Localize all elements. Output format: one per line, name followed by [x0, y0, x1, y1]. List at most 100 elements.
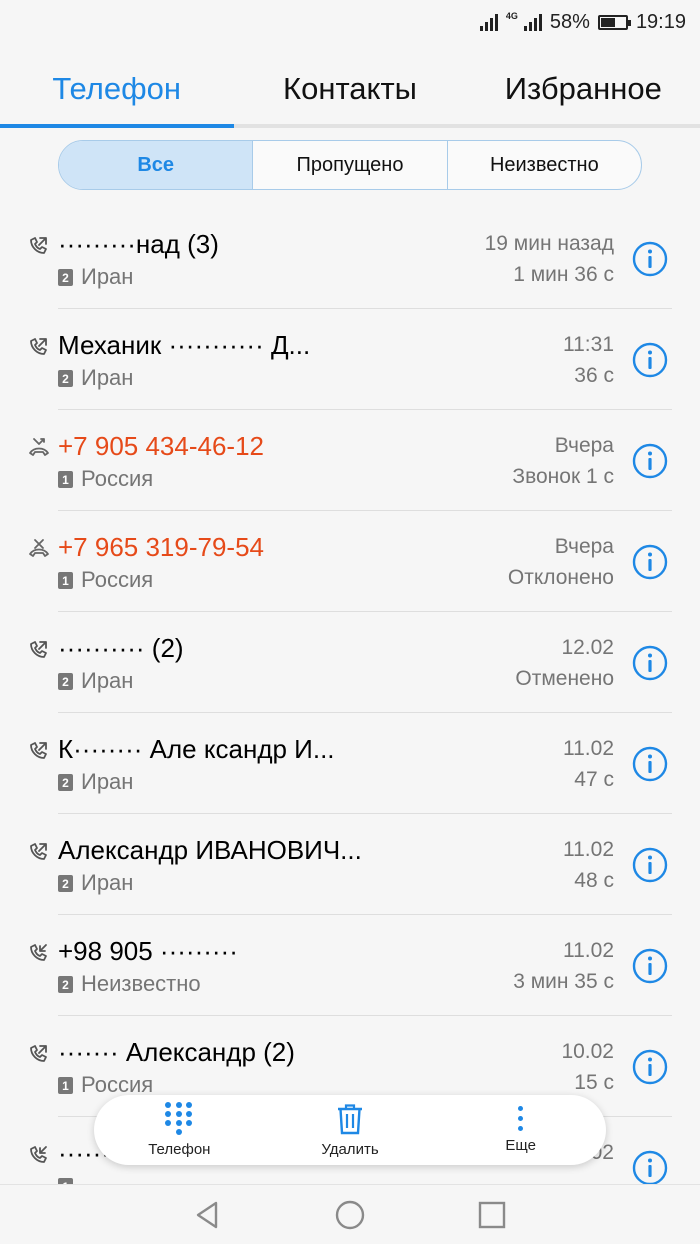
outgoing-call-icon: [30, 1045, 47, 1062]
network-type: 4G: [505, 11, 518, 21]
call-detail: 47 с: [574, 768, 614, 791]
tab-contacts[interactable]: Контакты: [233, 50, 466, 128]
signal-sim2-icon: [523, 13, 542, 31]
call-detail: Отклонено: [507, 566, 614, 589]
info-icon[interactable]: [632, 241, 668, 277]
info-icon[interactable]: [632, 443, 668, 479]
call-time: 11.02: [563, 737, 614, 760]
call-detail: 1 мин 36 с: [513, 263, 614, 286]
caller-name: Механик ··········· Д...: [58, 330, 311, 360]
incoming-call-icon: [30, 944, 47, 961]
system-nav-bar: [0, 1184, 700, 1244]
caller-location: Иран: [81, 365, 134, 390]
caller-location: Иран: [81, 769, 134, 794]
caller-location: Иран: [81, 264, 134, 289]
trash-icon: [338, 1103, 362, 1134]
clock: 19:19: [635, 10, 686, 33]
missed-call-icon: [29, 438, 49, 456]
caller-name: К········ Але ксандр И...: [58, 734, 335, 764]
caller-name: +98 905 ·········: [58, 936, 238, 966]
call-time: 10.02: [561, 1040, 614, 1063]
caller-location: Иран: [81, 870, 134, 895]
call-time: 19 мин назад: [484, 232, 614, 255]
incoming-call-icon: [30, 1146, 47, 1163]
outgoing-call-icon: [30, 641, 47, 658]
call-log-row[interactable]: +7 965 319-79-54 1 Россия Вчера Отклонено: [0, 511, 700, 612]
info-icon[interactable]: [632, 948, 668, 984]
outgoing-call-icon: [30, 338, 47, 355]
bottom-action-bar: Телефон Удалить Еще: [94, 1095, 606, 1165]
sim-card-icon: 2: [58, 370, 73, 387]
battery-icon: [597, 14, 631, 30]
call-detail: 3 мин 35 с: [513, 970, 614, 993]
sim-card-icon: 1: [58, 572, 73, 589]
call-time: 11.02: [563, 838, 614, 861]
call-log-row[interactable]: Александр ИВАНОВИЧ... 2 Иран 11.02 48 с: [0, 814, 700, 915]
call-log-row[interactable]: Механик ··········· Д... 2 Иран 11:31 36 с: [0, 309, 700, 410]
more-button[interactable]: Еще: [435, 1095, 606, 1165]
status-bar: 4G 58% 19:19: [0, 0, 700, 44]
call-filter: Все Пропущено Неизвестно: [58, 140, 642, 190]
info-icon[interactable]: [632, 342, 668, 378]
filter-unknown[interactable]: Неизвестно: [446, 141, 641, 189]
call-time: 11.02: [563, 939, 614, 962]
dialpad-icon: [165, 1102, 193, 1135]
call-detail: Отменено: [515, 667, 614, 690]
outgoing-call-icon: [30, 742, 47, 759]
home-icon[interactable]: [334, 1199, 366, 1231]
sim-card-icon: 2: [58, 976, 73, 993]
caller-name: Александр ИВАНОВИЧ...: [58, 835, 362, 865]
caller-name: +7 965 319-79-54: [58, 532, 265, 562]
caller-name: ······· Александр (2): [58, 1037, 295, 1067]
info-icon[interactable]: [632, 645, 668, 681]
call-detail: 15 с: [574, 1071, 614, 1094]
call-time: 11:31: [563, 333, 614, 356]
top-tabs: Телефон Контакты Избранное: [0, 50, 700, 128]
call-log-row[interactable]: +7 905 434-46-12 1 Россия Вчера Звонок 1 с: [0, 410, 700, 511]
caller-location: Неизвестно: [81, 971, 201, 996]
caller-name: ·········нaд (3): [58, 229, 219, 259]
tab-favorites[interactable]: Избранное: [467, 50, 700, 128]
call-detail: 36 с: [574, 364, 614, 387]
call-time: Вчера: [554, 434, 614, 457]
sim-card-icon: 2: [58, 774, 73, 791]
info-icon[interactable]: [632, 1150, 668, 1186]
signal-sim1-icon: [479, 13, 498, 31]
filter-all[interactable]: Все: [59, 141, 253, 189]
dialpad-button[interactable]: Телефон: [94, 1095, 265, 1165]
outgoing-call-icon: [30, 237, 47, 254]
call-log-list[interactable]: ·········нaд (3) 2 Иран 19 мин назад 1 мин 3…: [0, 208, 700, 1218]
rejected-call-icon: [29, 539, 49, 557]
info-icon[interactable]: [632, 847, 668, 883]
sim-card-icon: 2: [58, 269, 73, 286]
caller-location: Россия: [81, 466, 154, 491]
call-log-row[interactable]: К········ Але ксандр И... 2 Иран 11.02 47 с: [0, 713, 700, 814]
filter-missed[interactable]: Пропущено: [252, 141, 446, 189]
dialpad-label: Телефон: [148, 1141, 211, 1158]
tab-active-indicator: [0, 124, 234, 128]
info-icon[interactable]: [632, 746, 668, 782]
call-log-row[interactable]: ·········· (2) 2 Иран 12.02 Отменено: [0, 612, 700, 713]
battery-percent: 58%: [549, 10, 590, 33]
back-icon[interactable]: [192, 1199, 224, 1231]
call-time: 12.02: [561, 636, 614, 659]
sim-card-icon: 2: [58, 673, 73, 690]
info-icon[interactable]: [632, 1049, 668, 1085]
caller-name: +7 905 434-46-12: [58, 431, 265, 461]
tab-phone[interactable]: Телефон: [0, 50, 233, 128]
caller-name: ·········· (2): [58, 633, 184, 663]
sim-card-icon: 2: [58, 875, 73, 892]
call-log-row[interactable]: +98 905 ········· 2 Неизвестно 11.02 3 мин 3…: [0, 915, 700, 1016]
delete-button[interactable]: Удалить: [265, 1095, 436, 1165]
caller-location: Иран: [81, 668, 134, 693]
recents-icon[interactable]: [476, 1199, 508, 1231]
call-log-row[interactable]: ·········нaд (3) 2 Иран 19 мин назад 1 мин 3…: [0, 208, 700, 309]
more-vertical-icon: [518, 1106, 524, 1131]
sim-card-icon: 1: [58, 471, 73, 488]
info-icon[interactable]: [632, 544, 668, 580]
caller-location: Россия: [81, 567, 154, 592]
call-detail: Звонок 1 с: [512, 465, 614, 488]
call-time: Вчера: [554, 535, 614, 558]
delete-label: Удалить: [321, 1140, 379, 1158]
call-detail: 48 с: [574, 869, 614, 892]
